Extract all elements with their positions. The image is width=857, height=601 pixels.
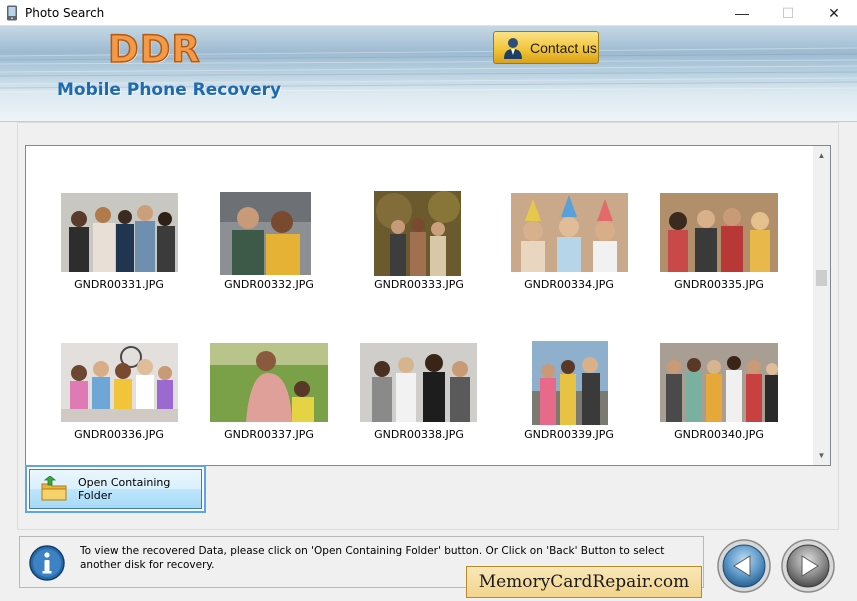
title-bar: Photo Search — ☐ ✕	[0, 0, 857, 26]
phone-icon	[7, 5, 17, 21]
scroll-up-icon[interactable]: ▲	[813, 147, 830, 164]
next-arrow-icon[interactable]	[780, 538, 836, 594]
photo-thumbnail[interactable]	[61, 343, 178, 422]
photo-filename: GNDR00334.JPG	[524, 278, 614, 291]
back-arrow-icon[interactable]	[716, 538, 772, 594]
photo-filename: GNDR00337.JPG	[224, 428, 314, 441]
photo-thumbnail[interactable]	[511, 193, 628, 272]
product-subtitle: Mobile Phone Recovery	[57, 80, 282, 100]
photo-filename: GNDR00340.JPG	[674, 428, 764, 441]
photo-thumbnail[interactable]	[374, 191, 461, 276]
photo-filename: GNDR00335.JPG	[674, 278, 764, 291]
photo-filename: GNDR00332.JPG	[224, 278, 314, 291]
photo-thumbnail[interactable]	[532, 341, 608, 425]
contact-us-label: Contact us	[530, 39, 597, 56]
photo-filename: GNDR00339.JPG	[524, 428, 614, 441]
photo-thumbnail[interactable]	[360, 343, 477, 422]
photo-thumbnail[interactable]	[61, 193, 178, 272]
open-folder-focus-ring: Open Containing Folder	[25, 465, 206, 513]
photo-filename: GNDR00331.JPG	[74, 278, 164, 291]
header-banner: DDR Mobile Phone Recovery Contact us	[0, 26, 857, 122]
person-icon	[504, 37, 522, 59]
photo-grid[interactable]: GNDR00331.JPG GNDR00332.JPG GNDR00333.JP…	[25, 145, 831, 466]
window-title: Photo Search	[25, 6, 105, 20]
brand-logo: DDR	[107, 27, 201, 72]
photo-filename: GNDR00338.JPG	[374, 428, 464, 441]
info-icon	[29, 545, 65, 581]
close-button[interactable]: ✕	[811, 0, 857, 26]
photo-thumbnail[interactable]	[660, 343, 778, 422]
photo-thumbnail[interactable]	[220, 192, 311, 275]
photo-thumbnail[interactable]	[660, 193, 778, 272]
open-folder-icon	[41, 476, 67, 501]
photo-thumbnail[interactable]	[210, 343, 328, 422]
open-folder-label: Open Containing Folder	[78, 476, 171, 502]
photo-filename: GNDR00336.JPG	[74, 428, 164, 441]
grid-scrollbar[interactable]: ▲ ▼	[813, 146, 830, 465]
maximize-button[interactable]: ☐	[765, 0, 811, 26]
minimize-button[interactable]: —	[719, 0, 765, 26]
photo-filename: GNDR00333.JPG	[374, 278, 464, 291]
brand-tag: MemoryCardRepair.com	[466, 566, 702, 598]
contact-us-button[interactable]: Contact us	[493, 31, 599, 64]
scroll-down-icon[interactable]: ▼	[813, 447, 830, 464]
scroll-thumb[interactable]	[816, 270, 827, 286]
open-containing-folder-button[interactable]: Open Containing Folder	[29, 469, 202, 509]
